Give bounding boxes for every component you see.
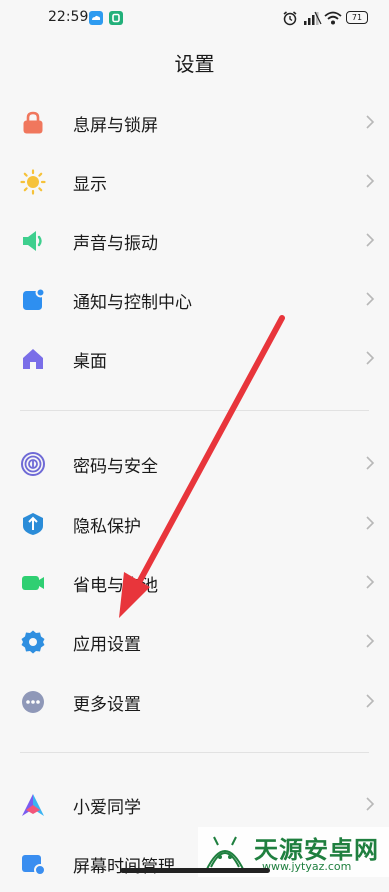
chevron-right-icon xyxy=(366,292,375,306)
android-logo-icon xyxy=(204,836,246,872)
alarm-icon xyxy=(283,11,297,26)
fingerprint-icon xyxy=(21,452,45,476)
lock-icon xyxy=(23,111,43,134)
settings-row-label: 小爱同学 xyxy=(73,798,141,818)
privacy-icon xyxy=(23,513,43,535)
chevron-right-icon xyxy=(366,634,375,648)
settings-row-password-security[interactable]: 密码与安全 xyxy=(0,434,389,492)
chevron-right-icon xyxy=(366,694,375,708)
settings-row-more-settings[interactable]: 更多设置 xyxy=(0,672,389,730)
home-indicator[interactable] xyxy=(120,868,270,873)
chevron-right-icon xyxy=(366,351,375,365)
settings-row-privacy[interactable]: 隐私保护 xyxy=(0,494,389,552)
watermark-url: www.jytyaz.com xyxy=(262,860,352,873)
signal-icon xyxy=(304,11,322,25)
settings-row-label: 息屏与锁屏 xyxy=(73,116,158,136)
settings-row-label: 隐私保护 xyxy=(73,517,141,537)
settings-row-label: 更多设置 xyxy=(73,695,141,715)
chevron-right-icon xyxy=(366,233,375,247)
settings-row-label: 省电与电池 xyxy=(73,576,158,596)
chevron-right-icon xyxy=(366,174,375,188)
sun-icon xyxy=(20,169,46,195)
cloud-notification-icon xyxy=(89,11,103,25)
app-notification-icon xyxy=(109,11,123,25)
settings-row-sound[interactable]: 声音与振动 xyxy=(0,211,389,269)
settings-row-label: 显示 xyxy=(73,175,107,195)
battery-icon xyxy=(22,576,44,590)
chevron-right-icon xyxy=(366,575,375,589)
screen-time-icon xyxy=(22,855,46,876)
settings-row-label: 通知与控制中心 xyxy=(73,293,192,313)
section-divider xyxy=(20,752,369,753)
status-bar: 22:59 71 xyxy=(0,0,389,38)
settings-row-label: 声音与振动 xyxy=(73,234,158,254)
home-icon xyxy=(23,349,43,369)
section-divider xyxy=(20,410,369,411)
settings-row-battery[interactable]: 省电与电池 xyxy=(0,553,389,611)
settings-row-label: 应用设置 xyxy=(73,635,141,655)
notification-icon xyxy=(23,287,46,310)
chevron-right-icon xyxy=(366,115,375,129)
settings-row-label: 屏幕时间管理 xyxy=(73,857,175,877)
settings-row-xiaoai[interactable]: 小爱同学 xyxy=(0,775,389,833)
battery-indicator: 71 xyxy=(346,11,368,24)
battery-level: 71 xyxy=(351,13,363,22)
wifi-icon xyxy=(324,11,342,25)
page-title: 设置 xyxy=(174,52,215,76)
settings-row-lock-screen[interactable]: 息屏与锁屏 xyxy=(0,93,389,151)
settings-row-display[interactable]: 显示 xyxy=(0,152,389,210)
status-time: 22:59 xyxy=(48,9,89,25)
settings-row-app-settings[interactable]: 应用设置 xyxy=(0,612,389,670)
speaker-icon xyxy=(23,231,42,251)
more-icon xyxy=(22,691,44,713)
xiaoai-icon xyxy=(22,794,44,816)
chevron-right-icon xyxy=(366,516,375,530)
settings-row-label: 密码与安全 xyxy=(73,457,158,477)
chevron-right-icon xyxy=(366,797,375,811)
settings-row-label: 桌面 xyxy=(73,352,107,372)
gear-icon xyxy=(21,630,45,654)
settings-row-desktop[interactable]: 桌面 xyxy=(0,329,389,387)
chevron-right-icon xyxy=(366,456,375,470)
settings-row-notifications[interactable]: 通知与控制中心 xyxy=(0,270,389,328)
